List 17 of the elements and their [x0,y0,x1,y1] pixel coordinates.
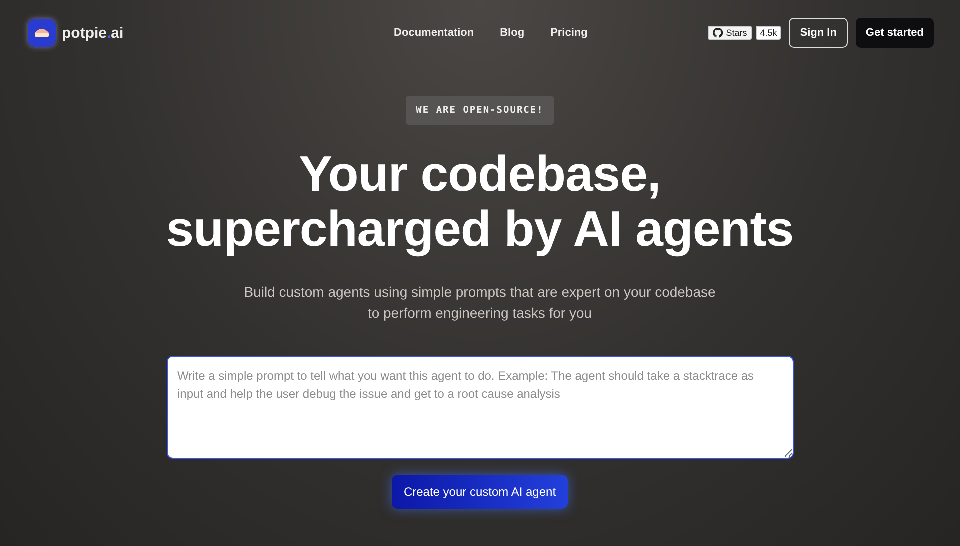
nav-link[interactable]: Documentation [394,27,474,39]
subtitle: Build custom agents using simple prompts that are expert on your codebase [244,283,716,302]
get-started-button[interactable]: Get started [856,18,934,48]
subtitle: to perform engineering tasks for you [366,304,594,323]
sign-in-button[interactable]: Sign In [789,18,848,48]
nav-link[interactable]: Blog [500,27,525,39]
brand-name[interactable]: potpie.ai [62,24,124,42]
create-agent-button[interactable]: Create your custom AI agent [392,475,568,509]
star-count[interactable]: 4.5k [756,26,782,40]
github-stars-button[interactable]: Stars [708,26,752,40]
github-icon [713,28,724,38]
nav-link[interactable]: Pricing [550,27,588,39]
headline: supercharged by AI agents [166,202,794,257]
headline: Your codebase, [298,147,662,202]
prompt-field[interactable]: Write a simple prompt to tell what you want this agent to do. Example: The agent should take a stacktrace as input and help the user debug the issue and get to a root cause analysis [166,356,794,459]
open-source-badge: WE ARE OPEN-SOURCE! [406,96,554,125]
logo-icon [28,19,56,47]
